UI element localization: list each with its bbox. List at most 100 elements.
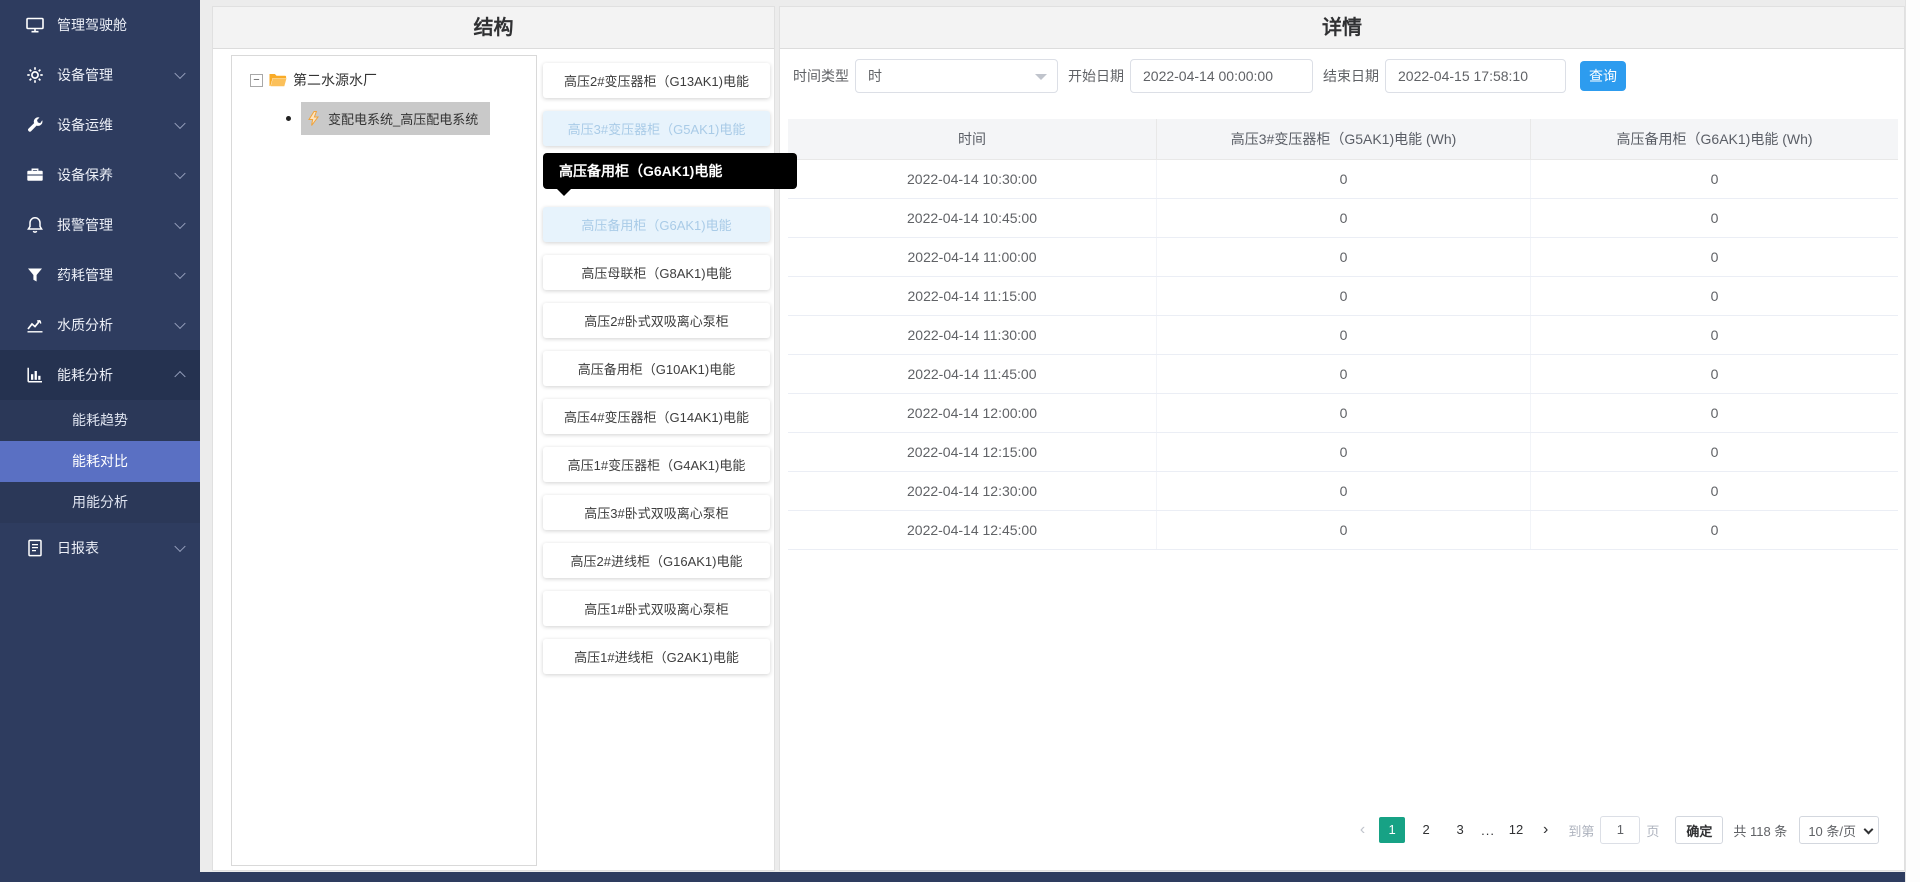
time-type-select[interactable]: 时 [855,59,1058,93]
sidebar-item-7[interactable]: 能耗分析 [0,350,200,400]
app-root: 管理驾驶舱设备管理设备运维设备保养报警管理药耗管理水质分析能耗分析能耗趋势能耗对… [0,0,1920,882]
page-button-12[interactable]: 12 [1503,817,1529,843]
table-cell: 2022-04-14 10:30:00 [788,159,1157,198]
device-button-9[interactable]: 高压3#卧式双吸离心泵柜 [543,495,770,530]
tree-node-selected[interactable]: 变配电系统_高压配电系统 [301,102,490,135]
table-row: 2022-04-14 11:30:0000 [788,315,1898,354]
scrollbar-track[interactable] [1905,0,1920,882]
table-cell: 2022-04-14 11:15:00 [788,276,1157,315]
device-button-4[interactable]: 高压母联柜（G8AK1)电能 [543,255,770,290]
data-table: 时间高压3#变压器柜（G5AK1)电能 (Wh)高压备用柜（G6AK1)电能 (… [788,119,1898,550]
table-cell: 2022-04-14 12:00:00 [788,393,1157,432]
sidebar-item-2[interactable]: 设备运维 [0,100,200,150]
table-cell: 0 [1531,198,1898,237]
query-button[interactable]: 查询 [1580,61,1626,91]
table-cell: 0 [1157,432,1531,471]
sidebar-item-4[interactable]: 报警管理 [0,200,200,250]
sidebar-subitem-7-1[interactable]: 能耗对比 [0,441,200,482]
page-ellipsis: ... [1481,823,1495,838]
sidebar-item-label: 能耗分析 [57,365,113,385]
table-cell: 0 [1157,354,1531,393]
table-cell: 2022-04-14 12:30:00 [788,471,1157,510]
start-date-input[interactable]: 2022-04-14 00:00:00 [1130,59,1313,93]
briefcase-icon [26,166,44,184]
sidebar-item-label: 水质分析 [57,315,113,335]
table-cell: 0 [1531,432,1898,471]
device-button-11[interactable]: 高压1#卧式双吸离心泵柜 [543,591,770,626]
gear-icon [26,66,44,84]
start-date-value: 2022-04-14 00:00:00 [1143,68,1273,84]
sidebar-item-1[interactable]: 设备管理 [0,50,200,100]
table-cell: 0 [1157,315,1531,354]
table-cell: 2022-04-14 12:45:00 [788,510,1157,549]
confirm-button[interactable]: 确定 [1675,816,1723,844]
sidebar-item-8[interactable]: 日报表 [0,523,200,573]
table-cell: 2022-04-14 11:45:00 [788,354,1157,393]
device-button-12[interactable]: 高压1#进线柜（G2AK1)电能 [543,639,770,674]
page-button-3[interactable]: 3 [1447,817,1473,843]
table-row: 2022-04-14 12:00:0000 [788,393,1898,432]
page-button-1[interactable]: 1 [1379,817,1405,843]
table-row: 2022-04-14 12:15:0000 [788,432,1898,471]
tree-child-label: 变配电系统_高压配电系统 [328,109,478,128]
chevron-down-icon [174,168,185,179]
sidebar-item-label: 日报表 [57,538,99,558]
table-row: 2022-04-14 11:00:0000 [788,237,1898,276]
page-unit-label: 页 [1646,821,1659,840]
detail-panel-title: 详情 [780,7,1904,49]
table-cell: 2022-04-14 10:45:00 [788,198,1157,237]
chevron-down-icon [174,68,185,79]
table-cell: 0 [1531,315,1898,354]
sidebar-item-label: 设备管理 [57,65,113,85]
device-button-6[interactable]: 高压备用柜（G10AK1)电能 [543,351,770,386]
device-button-3[interactable]: 高压备用柜（G6AK1)电能 [543,207,770,242]
page-size-value: 10 条/页 [1808,821,1856,840]
device-button-5[interactable]: 高压2#卧式双吸离心泵柜 [543,303,770,338]
table-cell: 0 [1157,237,1531,276]
device-tooltip: 高压备用柜（G6AK1)电能 [543,153,797,189]
query-form: 时间类型 时 开始日期 2022-04-14 00:00:00 结束日期 202… [793,59,1626,93]
sidebar-item-0[interactable]: 管理驾驶舱 [0,0,200,50]
structure-panel: 结构 − 第二水源水厂 变配电系统_高压配电系统 [212,6,775,871]
tree-bullet-icon [286,116,291,121]
device-button-7[interactable]: 高压4#变压器柜（G14AK1)电能 [543,399,770,434]
tree-collapse-toggle[interactable]: − [250,74,263,87]
sidebar-subitem-7-0[interactable]: 能耗趋势 [0,400,200,441]
tree-row-child: 变配电系统_高压配电系统 [286,102,528,135]
table-body: 2022-04-14 10:30:00002022-04-14 10:45:00… [788,159,1898,549]
tree-root-label[interactable]: 第二水源水厂 [293,70,377,90]
device-button-0[interactable]: 高压2#变压器柜（G13AK1)电能 [543,63,770,98]
table-cell: 0 [1157,393,1531,432]
chevron-down-icon [174,118,185,129]
sidebar-item-label: 报警管理 [57,215,113,235]
end-date-value: 2022-04-15 17:58:10 [1398,68,1528,84]
device-button-8[interactable]: 高压1#变压器柜（G4AK1)电能 [543,447,770,482]
next-page-button[interactable]: › [1543,821,1548,839]
sidebar-item-label: 管理驾驶舱 [57,15,127,35]
sidebar-item-6[interactable]: 水质分析 [0,300,200,350]
device-tree: − 第二水源水厂 变配电系统_高压配电系统 [231,55,537,866]
sidebar-item-3[interactable]: 设备保养 [0,150,200,200]
table-header-row: 时间高压3#变压器柜（G5AK1)电能 (Wh)高压备用柜（G6AK1)电能 (… [788,119,1898,159]
table-row: 2022-04-14 11:45:0000 [788,354,1898,393]
table-header-cell: 高压备用柜（G6AK1)电能 (Wh) [1531,119,1898,159]
chevron-down-icon [1864,825,1874,835]
sidebar: 管理驾驶舱设备管理设备运维设备保养报警管理药耗管理水质分析能耗分析能耗趋势能耗对… [0,0,200,882]
page-size-select[interactable]: 10 条/页 [1799,816,1879,844]
table-row: 2022-04-14 10:45:0000 [788,198,1898,237]
table-cell: 0 [1157,198,1531,237]
document-icon [26,539,44,557]
device-button-10[interactable]: 高压2#进线柜（G16AK1)电能 [543,543,770,578]
sidebar-subitem-7-2[interactable]: 用能分析 [0,482,200,523]
prev-page-button[interactable]: ‹ [1360,821,1365,839]
line-chart-icon [26,316,44,334]
end-date-input[interactable]: 2022-04-15 17:58:10 [1385,59,1566,93]
device-button-1[interactable]: 高压3#变压器柜（G5AK1)电能 [543,111,770,146]
bar-chart-icon [26,366,44,384]
goto-page-input[interactable]: 1 [1600,816,1640,844]
table-row: 2022-04-14 11:15:0000 [788,276,1898,315]
page-button-2[interactable]: 2 [1413,817,1439,843]
table-cell: 0 [1531,354,1898,393]
page-number-list: 123...12 [1379,817,1537,843]
sidebar-item-5[interactable]: 药耗管理 [0,250,200,300]
